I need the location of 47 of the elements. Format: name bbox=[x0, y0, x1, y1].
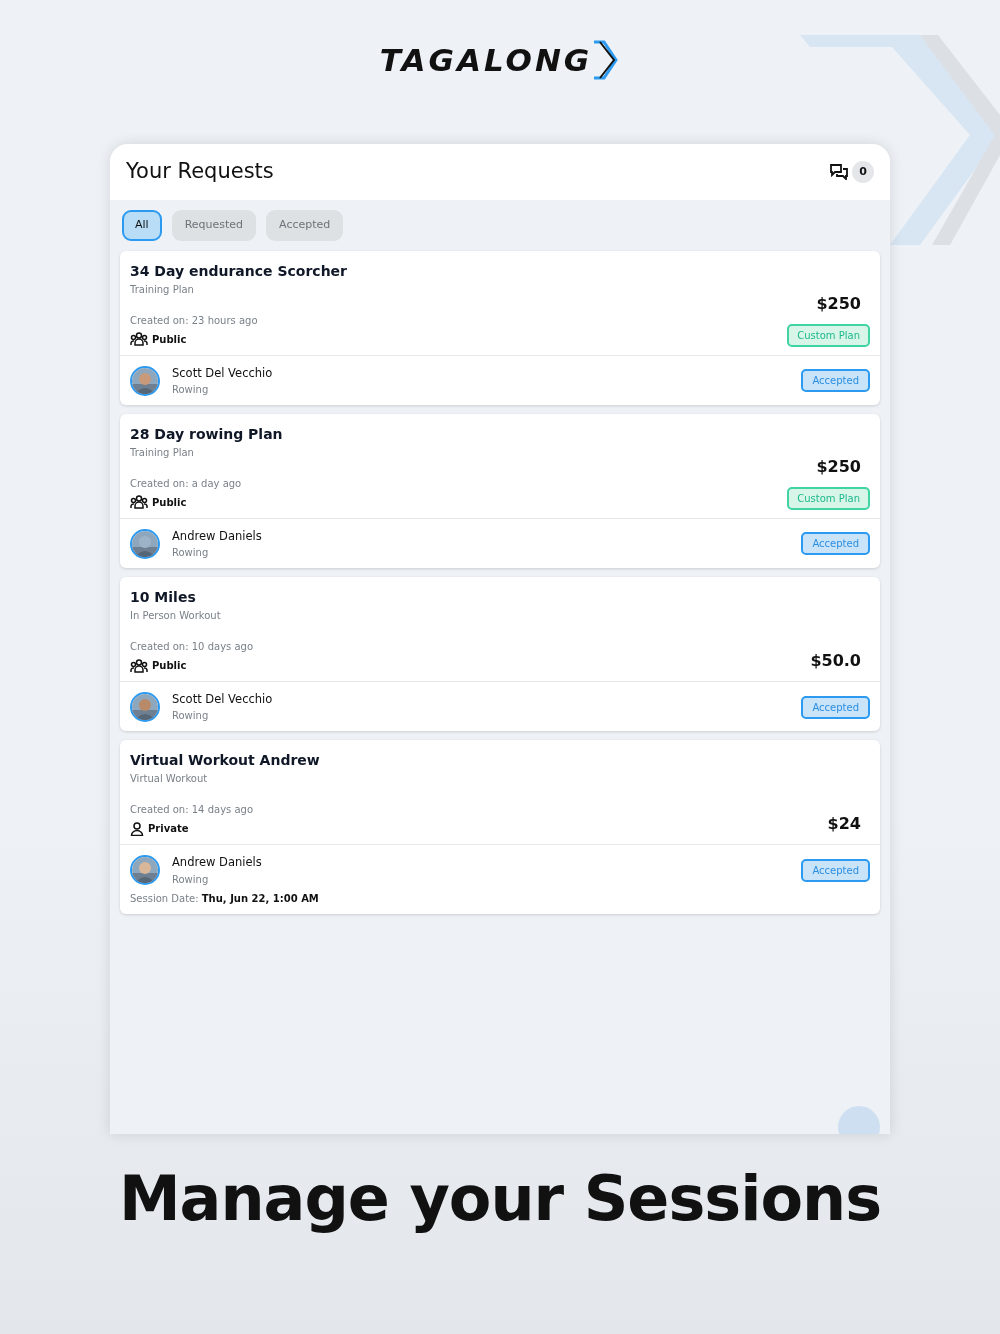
logo-text: TAGALONG bbox=[379, 40, 593, 80]
chat-icon[interactable] bbox=[830, 164, 848, 180]
filter-tab[interactable]: Requested bbox=[171, 210, 257, 241]
person-name: Andrew Daniels bbox=[172, 527, 262, 545]
price: $250 bbox=[816, 292, 861, 315]
created-date: Created on: a day ago bbox=[130, 476, 243, 491]
screen-title: Your Requests bbox=[126, 158, 274, 186]
person-name: Scott Del Vecchio bbox=[172, 364, 273, 382]
group-icon bbox=[130, 658, 148, 673]
group-icon bbox=[130, 332, 148, 346]
status-button[interactable]: Accepted bbox=[801, 858, 870, 882]
request-type: Training Plan bbox=[130, 282, 195, 297]
visibility-label: Private bbox=[148, 822, 189, 837]
status-button[interactable]: Accepted bbox=[801, 369, 870, 393]
plan-tag: Custom Plan bbox=[787, 486, 870, 510]
headline: Manage your Sessions bbox=[117, 1161, 883, 1237]
created-date: Created on: 10 days ago bbox=[130, 640, 254, 654]
visibility-label: Public bbox=[152, 659, 187, 673]
request-title: 34 Day endurance Scorcher bbox=[130, 261, 347, 281]
filter-tab[interactable]: All bbox=[122, 210, 162, 241]
plan-tag: Custom Plan bbox=[787, 323, 870, 347]
price: $24 bbox=[827, 813, 861, 836]
sport-label: Rowing bbox=[172, 872, 210, 887]
visibility-label: Public bbox=[152, 332, 187, 347]
filter-tab[interactable]: Accepted bbox=[266, 210, 344, 241]
request-title: 10 Miles bbox=[130, 588, 197, 607]
person-icon bbox=[130, 821, 144, 836]
status-button[interactable]: Accepted bbox=[801, 695, 870, 719]
person-name: Andrew Daniels bbox=[172, 854, 262, 872]
request-type: In Person Workout bbox=[130, 609, 222, 623]
request-type: Training Plan bbox=[130, 445, 195, 460]
request-title: Virtual Workout Andrew bbox=[130, 751, 320, 771]
visibility-label: Public bbox=[152, 495, 187, 510]
request-title: 28 Day rowing Plan bbox=[130, 424, 283, 444]
sport-label: Rowing bbox=[172, 709, 210, 724]
price: $250 bbox=[816, 455, 861, 478]
message-count: 0 bbox=[852, 161, 874, 183]
created-date: Created on: 23 hours ago bbox=[130, 313, 259, 328]
created-date: Created on: 14 days ago bbox=[130, 803, 255, 818]
person-name: Scott Del Vecchio bbox=[172, 691, 273, 708]
session-date: Session Date: Thu, Jun 22, 1:00 AM bbox=[130, 891, 320, 906]
sport-label: Rowing bbox=[172, 382, 210, 397]
group-icon bbox=[130, 495, 148, 510]
status-button[interactable]: Accepted bbox=[801, 532, 870, 556]
request-type: Virtual Workout bbox=[130, 772, 209, 787]
sport-label: Rowing bbox=[172, 546, 210, 560]
price: $50.0 bbox=[810, 650, 861, 672]
